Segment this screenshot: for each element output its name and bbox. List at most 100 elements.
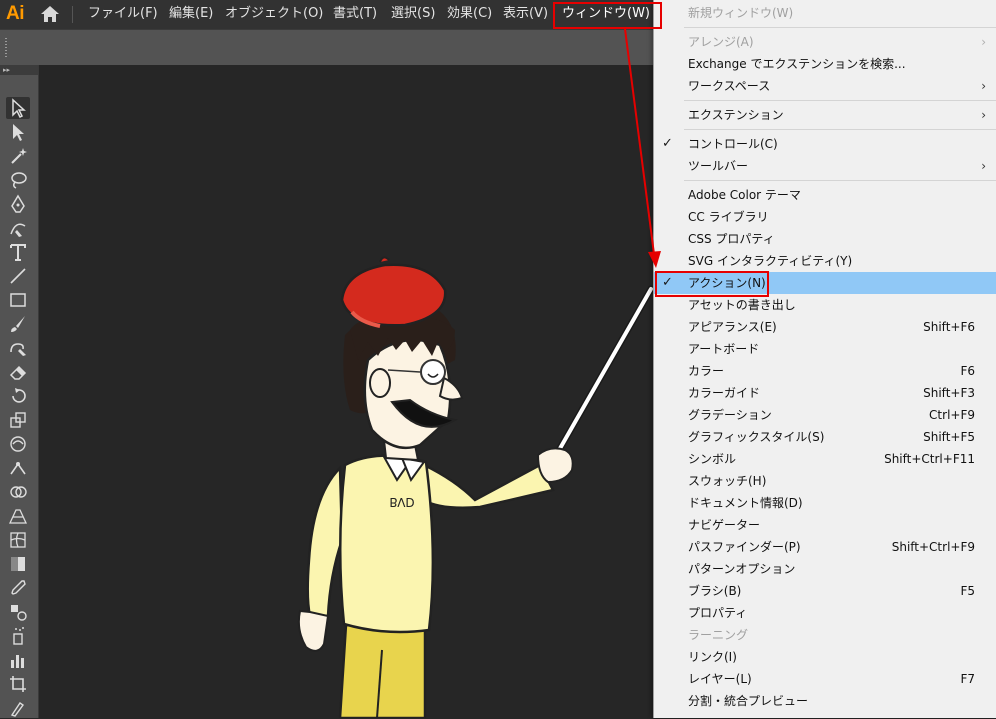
menu-item-2[interactable]: 編集(E) (169, 6, 213, 22)
paintbrush-tool[interactable] (6, 313, 30, 335)
window-menu-item[interactable]: ✓ コントロール(C) (654, 133, 996, 155)
curvature-icon (10, 223, 26, 237)
window-menu-item[interactable]: アピアランス(E) Shift+F6 (654, 316, 996, 338)
tools-panel-collapse-icon[interactable]: ▸▸ (0, 65, 38, 75)
warp-tool[interactable] (6, 433, 30, 455)
menu-item-6[interactable]: 効果(C) (447, 6, 492, 22)
shape-builder-icon (10, 486, 27, 498)
gradient-tool[interactable] (6, 553, 30, 575)
puppet-warp-tool[interactable] (6, 457, 30, 479)
type-tool[interactable] (6, 241, 30, 263)
shaper-tool[interactable] (6, 337, 30, 359)
curvature-tool[interactable] (6, 217, 30, 239)
window-menu-item[interactable]: 分割・統合プレビュー (654, 690, 996, 712)
rectangle-icon (10, 293, 26, 307)
window-menu-item[interactable]: リンク(I) (654, 646, 996, 668)
window-menu-item[interactable]: ワークスペース › (654, 75, 996, 97)
menu-item-shortcut: F5 (960, 584, 975, 598)
column-graph-icon (11, 655, 24, 668)
menu-item-label: グラフィックスタイル(S) (688, 430, 825, 444)
menu-item-shortcut: F6 (960, 364, 975, 378)
menu-item-3[interactable]: オブジェクト(O) (225, 6, 323, 22)
line-segment-tool[interactable] (6, 265, 30, 287)
menu-item-shortcut: Shift+Ctrl+F11 (884, 452, 975, 466)
window-menu-item[interactable]: ブラシ(B) F5 (654, 580, 996, 602)
rotate-icon (12, 388, 26, 403)
shape-builder-tool[interactable] (6, 481, 30, 503)
window-menu-item[interactable]: レイヤー(L) F7 (654, 668, 996, 690)
menu-item-5[interactable]: 選択(S) (391, 6, 435, 22)
eyedropper-tool[interactable] (6, 577, 30, 599)
window-menu-item[interactable]: ドキュメント情報(D) (654, 492, 996, 514)
window-menu-item: アレンジ(A) › (654, 31, 996, 53)
menu-separator (684, 100, 996, 101)
submenu-arrow-icon: › (981, 79, 986, 93)
artboard-tool[interactable] (6, 673, 30, 695)
artboard-icon (10, 676, 26, 692)
window-menu-item[interactable]: エクステンション › (654, 104, 996, 126)
window-menu-item[interactable]: アートボード (654, 338, 996, 360)
menu-item-shortcut: Ctrl+F9 (929, 408, 975, 422)
window-menu-item[interactable]: グラデーション Ctrl+F9 (654, 404, 996, 426)
window-menu-item[interactable]: CSS プロパティ (654, 228, 996, 250)
window-menu-item[interactable]: カラー F6 (654, 360, 996, 382)
window-menu-item[interactable]: グラフィックスタイル(S) Shift+F5 (654, 426, 996, 448)
menu-item-label: カラーガイド (688, 386, 761, 400)
window-menu-item[interactable]: ツールバー › (654, 155, 996, 177)
eraser-tool[interactable] (6, 361, 30, 383)
menu-item-label: グラデーション (688, 408, 772, 422)
window-menu-item[interactable]: CC ライブラリ (654, 206, 996, 228)
menu-item-label: ツールバー (688, 159, 749, 173)
window-menu-dropdown: 新規ウィンドウ(W) アレンジ(A) › Exchange でエクステンションを検索.… (653, 0, 996, 718)
menu-item-shortcut: Shift+Ctrl+F9 (891, 540, 975, 554)
annotation-box-actions-item (655, 271, 769, 297)
scale-tool[interactable] (6, 409, 30, 431)
selection-tool[interactable] (6, 97, 30, 119)
menu-item-7[interactable]: 表示(V) (503, 6, 548, 22)
menu-item-label: CSS プロパティ (688, 232, 775, 246)
menu-separator (684, 27, 996, 28)
window-menu-item[interactable]: アセットの書き出し (654, 294, 996, 316)
column-graph-tool[interactable] (6, 649, 30, 671)
window-menu-item[interactable]: スウォッチ(H) (654, 470, 996, 492)
window-menu-item[interactable]: Exchange でエクステンションを検索... (654, 53, 996, 75)
window-menu-item[interactable]: シンボル Shift+Ctrl+F11 (654, 448, 996, 470)
menu-item-label: コントロール(C) (688, 137, 778, 151)
line-segment-icon (10, 268, 26, 284)
menu-item-label: アピアランス(E) (688, 320, 777, 334)
symbol-sprayer-tool[interactable] (6, 625, 30, 647)
slice-tool[interactable] (6, 697, 30, 719)
menu-item-4[interactable]: 書式(T) (333, 6, 377, 22)
home-icon[interactable] (40, 5, 60, 23)
blend-tool[interactable] (6, 601, 30, 623)
submenu-arrow-icon: › (981, 108, 986, 122)
window-menu-item[interactable]: ナビゲーター (654, 514, 996, 536)
magic-wand-tool[interactable] (6, 145, 30, 167)
perspective-grid-tool[interactable] (6, 505, 30, 527)
mesh-tool[interactable] (6, 529, 30, 551)
menu-item-label: アートボード (688, 342, 760, 356)
menu-item-shortcut: Shift+F6 (923, 320, 975, 334)
window-menu-item[interactable]: Adobe Color テーマ (654, 184, 996, 206)
window-menu-item[interactable]: SVG インタラクティビティ(Y) (654, 250, 996, 272)
annotation-box-window-menu (553, 2, 662, 29)
menu-separator (684, 180, 996, 181)
menu-item-label: プロパティ (688, 606, 748, 620)
control-bar-grip[interactable] (5, 38, 7, 58)
rotate-tool[interactable] (6, 385, 30, 407)
lasso-tool[interactable] (6, 169, 30, 191)
window-menu-item[interactable]: パターンオプション (654, 558, 996, 580)
window-menu-item[interactable]: プロパティ (654, 602, 996, 624)
menu-item-1[interactable]: ファイル(F) (88, 6, 158, 22)
menu-item-label: 新規ウィンドウ(W) (688, 6, 794, 20)
window-menu-item[interactable]: カラーガイド Shift+F3 (654, 382, 996, 404)
window-menu-item[interactable]: パスファインダー(P) Shift+Ctrl+F9 (654, 536, 996, 558)
slice-icon (10, 702, 24, 717)
canvas[interactable]: BVD (39, 65, 653, 718)
pen-icon (11, 194, 25, 213)
rectangle-tool[interactable] (6, 289, 30, 311)
warp-icon (10, 436, 26, 452)
pen-tool[interactable] (6, 193, 30, 215)
direct-selection-tool[interactable] (6, 121, 30, 143)
menu-item-label: カラー (688, 364, 725, 378)
